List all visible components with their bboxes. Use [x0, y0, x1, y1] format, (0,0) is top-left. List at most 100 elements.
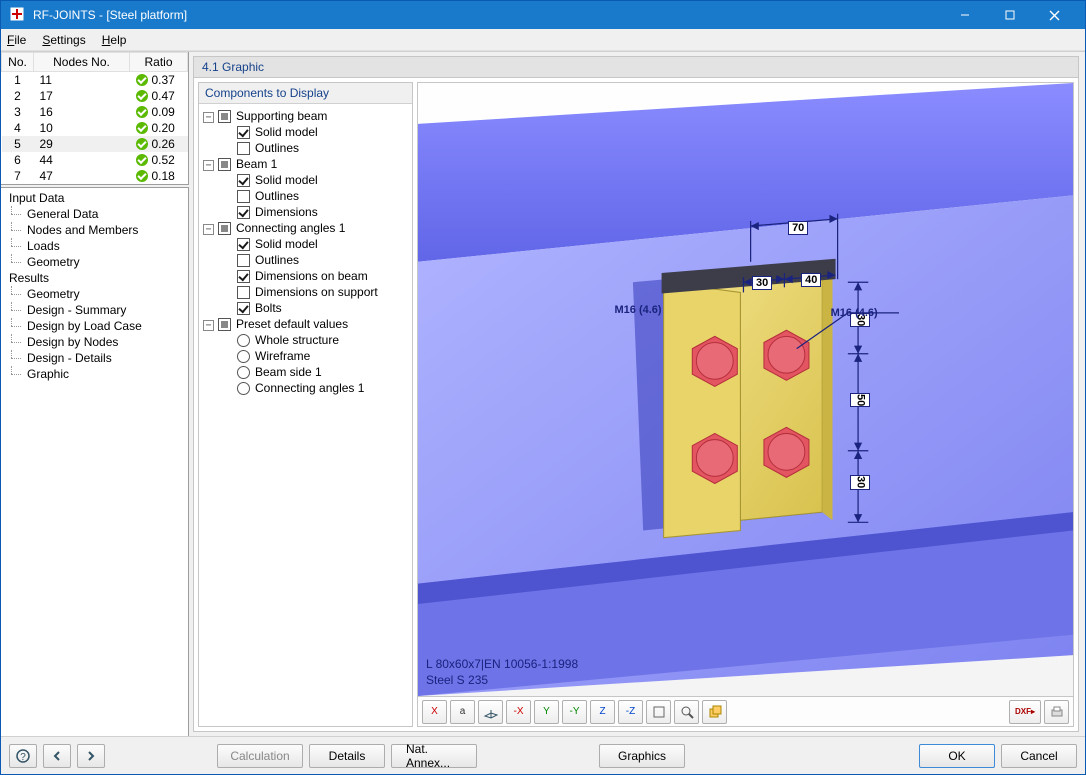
window-title: RF-JOINTS - [Steel platform]: [33, 8, 187, 22]
radio[interactable]: [237, 382, 250, 395]
components-header: Components to Display: [199, 83, 412, 104]
left-pane: No. Nodes No. Ratio 1110.372170.473160.0…: [1, 52, 189, 736]
joints-table[interactable]: No. Nodes No. Ratio 1110.372170.473160.0…: [1, 52, 189, 185]
table-row[interactable]: 3160.09: [2, 104, 188, 120]
table-row[interactable]: 1110.37: [2, 72, 188, 89]
nav-graphic[interactable]: Graphic: [1, 366, 188, 382]
collapse-icon[interactable]: −: [203, 320, 214, 331]
view-zoom-button[interactable]: [674, 700, 699, 724]
menu-settings[interactable]: Settings: [40, 31, 87, 49]
nav-general-data[interactable]: General Data: [1, 206, 188, 222]
table-row[interactable]: 2170.47: [2, 88, 188, 104]
dim-70: 70: [788, 221, 808, 235]
view-x-button[interactable]: X: [422, 700, 447, 724]
node-whole[interactable]: Whole structure: [255, 333, 339, 347]
view-negz-button[interactable]: -Z: [618, 700, 643, 724]
node-dim-on-support[interactable]: Dimensions on support: [255, 285, 378, 299]
node-outlines[interactable]: Outlines: [255, 189, 299, 203]
graphic-viewport[interactable]: 70 30 40 30 50 30 M16 (4.6) M16 (4.6) L …: [417, 82, 1074, 697]
checkbox[interactable]: [237, 254, 250, 267]
node-solid-model[interactable]: Solid model: [255, 125, 318, 139]
checkbox[interactable]: [237, 174, 250, 187]
view-copy-button[interactable]: [702, 700, 727, 724]
node-solid-model[interactable]: Solid model: [255, 237, 318, 251]
view-a-button[interactable]: a: [450, 700, 475, 724]
view-box-button[interactable]: [646, 700, 671, 724]
node-dim-on-beam[interactable]: Dimensions on beam: [255, 269, 368, 283]
view-z-button[interactable]: Z: [590, 700, 615, 724]
checkbox[interactable]: [218, 110, 231, 123]
collapse-icon[interactable]: −: [203, 224, 214, 235]
table-row[interactable]: 7470.18: [2, 168, 188, 184]
nav-nodes-members[interactable]: Nodes and Members: [1, 222, 188, 238]
menu-file[interactable]: File: [5, 31, 28, 49]
radio[interactable]: [237, 350, 250, 363]
radio[interactable]: [237, 366, 250, 379]
check-icon: [136, 154, 148, 166]
minimize-button[interactable]: [942, 1, 987, 29]
nav-design-summary[interactable]: Design - Summary: [1, 302, 188, 318]
print-button[interactable]: [1044, 700, 1069, 724]
cancel-button[interactable]: Cancel: [1001, 744, 1077, 768]
col-no[interactable]: No.: [2, 53, 34, 72]
nav-design-nodes[interactable]: Design by Nodes: [1, 334, 188, 350]
node-beam1[interactable]: Beam 1: [236, 157, 277, 171]
col-ratio[interactable]: Ratio: [130, 53, 188, 72]
close-button[interactable]: [1032, 1, 1077, 29]
table-row[interactable]: 6440.52: [2, 152, 188, 168]
checkbox[interactable]: [218, 318, 231, 331]
calculation-button[interactable]: Calculation: [217, 744, 303, 768]
checkbox[interactable]: [218, 222, 231, 235]
nat-annex-button[interactable]: Nat. Annex...: [391, 744, 477, 768]
menu-help[interactable]: Help: [100, 31, 129, 49]
nav-geometry[interactable]: Geometry: [1, 286, 188, 302]
checkbox[interactable]: [237, 270, 250, 283]
nav-input-data[interactable]: Input Data: [1, 190, 188, 206]
node-outlines[interactable]: Outlines: [255, 253, 299, 267]
checkbox[interactable]: [237, 142, 250, 155]
table-row[interactable]: 4100.20: [2, 120, 188, 136]
titlebar: RF-JOINTS - [Steel platform]: [1, 1, 1085, 29]
node-bolts[interactable]: Bolts: [255, 301, 282, 315]
view-negy-button[interactable]: -Y: [562, 700, 587, 724]
collapse-icon[interactable]: −: [203, 160, 214, 171]
node-preset[interactable]: Preset default values: [236, 317, 348, 331]
details-button[interactable]: Details: [309, 744, 385, 768]
view-y-button[interactable]: Y: [534, 700, 559, 724]
navigator-tree[interactable]: Input Data General Data Nodes and Member…: [1, 187, 189, 736]
graphics-button[interactable]: Graphics: [599, 744, 685, 768]
checkbox[interactable]: [237, 126, 250, 139]
node-connecting-angles[interactable]: Connecting angles 1: [236, 221, 345, 235]
nav-design-loadcase[interactable]: Design by Load Case: [1, 318, 188, 334]
node-solid-model[interactable]: Solid model: [255, 173, 318, 187]
ok-button[interactable]: OK: [919, 744, 995, 768]
maximize-button[interactable]: [987, 1, 1032, 29]
nav-geometry-input[interactable]: Geometry: [1, 254, 188, 270]
node-dimensions[interactable]: Dimensions: [255, 205, 318, 219]
node-supporting-beam[interactable]: Supporting beam: [236, 109, 327, 123]
export-dxf-button[interactable]: DXF▸: [1009, 700, 1041, 724]
nav-design-details[interactable]: Design - Details: [1, 350, 188, 366]
checkbox[interactable]: [218, 158, 231, 171]
col-nodes[interactable]: Nodes No.: [34, 53, 130, 72]
radio[interactable]: [237, 334, 250, 347]
next-button[interactable]: [77, 744, 105, 768]
node-wireframe[interactable]: Wireframe: [255, 349, 310, 363]
checkbox[interactable]: [237, 286, 250, 299]
nav-results[interactable]: Results: [1, 270, 188, 286]
view-iso-button[interactable]: [478, 700, 503, 724]
prev-button[interactable]: [43, 744, 71, 768]
collapse-icon[interactable]: −: [203, 112, 214, 123]
nav-loads[interactable]: Loads: [1, 238, 188, 254]
checkbox[interactable]: [237, 238, 250, 251]
checkbox[interactable]: [237, 206, 250, 219]
help-button[interactable]: ?: [9, 744, 37, 768]
view-negx-button[interactable]: -X: [506, 700, 531, 724]
node-beam-side[interactable]: Beam side 1: [255, 365, 322, 379]
checkbox[interactable]: [237, 302, 250, 315]
node-outlines[interactable]: Outlines: [255, 141, 299, 155]
table-row[interactable]: 5290.26: [2, 136, 188, 152]
checkbox[interactable]: [237, 190, 250, 203]
node-conn-angles[interactable]: Connecting angles 1: [255, 381, 364, 395]
components-panel: Components to Display − Supporting beam S…: [198, 82, 413, 727]
